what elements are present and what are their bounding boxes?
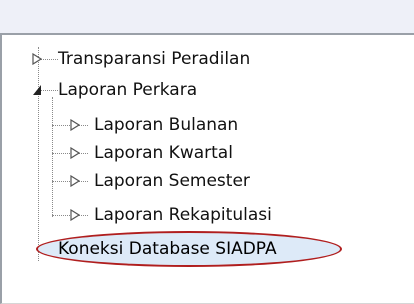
tree-item-laporan-semester[interactable]: Laporan Semester	[70, 167, 250, 195]
tree-item-label: Laporan Bulanan	[94, 115, 239, 135]
toolbar-strip	[0, 0, 414, 33]
tree-item-label: Laporan Kwartal	[94, 143, 233, 163]
expand-arrow-icon[interactable]	[70, 119, 80, 131]
collapse-arrow-icon[interactable]	[32, 84, 42, 96]
expand-arrow-icon[interactable]	[32, 53, 42, 65]
tree-item-label: Transparansi Peradilan	[58, 49, 251, 69]
navigation-tree: Transparansi Peradilan Laporan Perkara L…	[2, 35, 414, 303]
tree-item-laporan-kwartal[interactable]: Laporan Kwartal	[70, 139, 233, 167]
tree-item-laporan-bulanan[interactable]: Laporan Bulanan	[70, 111, 238, 139]
expand-arrow-icon[interactable]	[70, 209, 80, 221]
tree-item-transparansi-peradilan[interactable]: Transparansi Peradilan	[32, 45, 250, 73]
expand-arrow-icon[interactable]	[70, 175, 80, 187]
tree-item-label: Laporan Perkara	[58, 80, 198, 100]
tree-item-label: Laporan Rekapitulasi	[94, 205, 272, 225]
tree-item-laporan-rekapitulasi[interactable]: Laporan Rekapitulasi	[70, 201, 272, 229]
tree-item-koneksi-database-siadpa[interactable]: Koneksi Database SIADPA	[58, 235, 277, 263]
tree-item-label: Koneksi Database SIADPA	[58, 239, 277, 259]
expand-arrow-icon[interactable]	[70, 147, 80, 159]
tree-item-laporan-perkara[interactable]: Laporan Perkara	[32, 76, 197, 104]
tree-item-label: Laporan Semester	[94, 171, 250, 191]
tree-line-children	[52, 97, 53, 217]
navigation-tree-panel: Transparansi Peradilan Laporan Perkara L…	[0, 33, 414, 304]
